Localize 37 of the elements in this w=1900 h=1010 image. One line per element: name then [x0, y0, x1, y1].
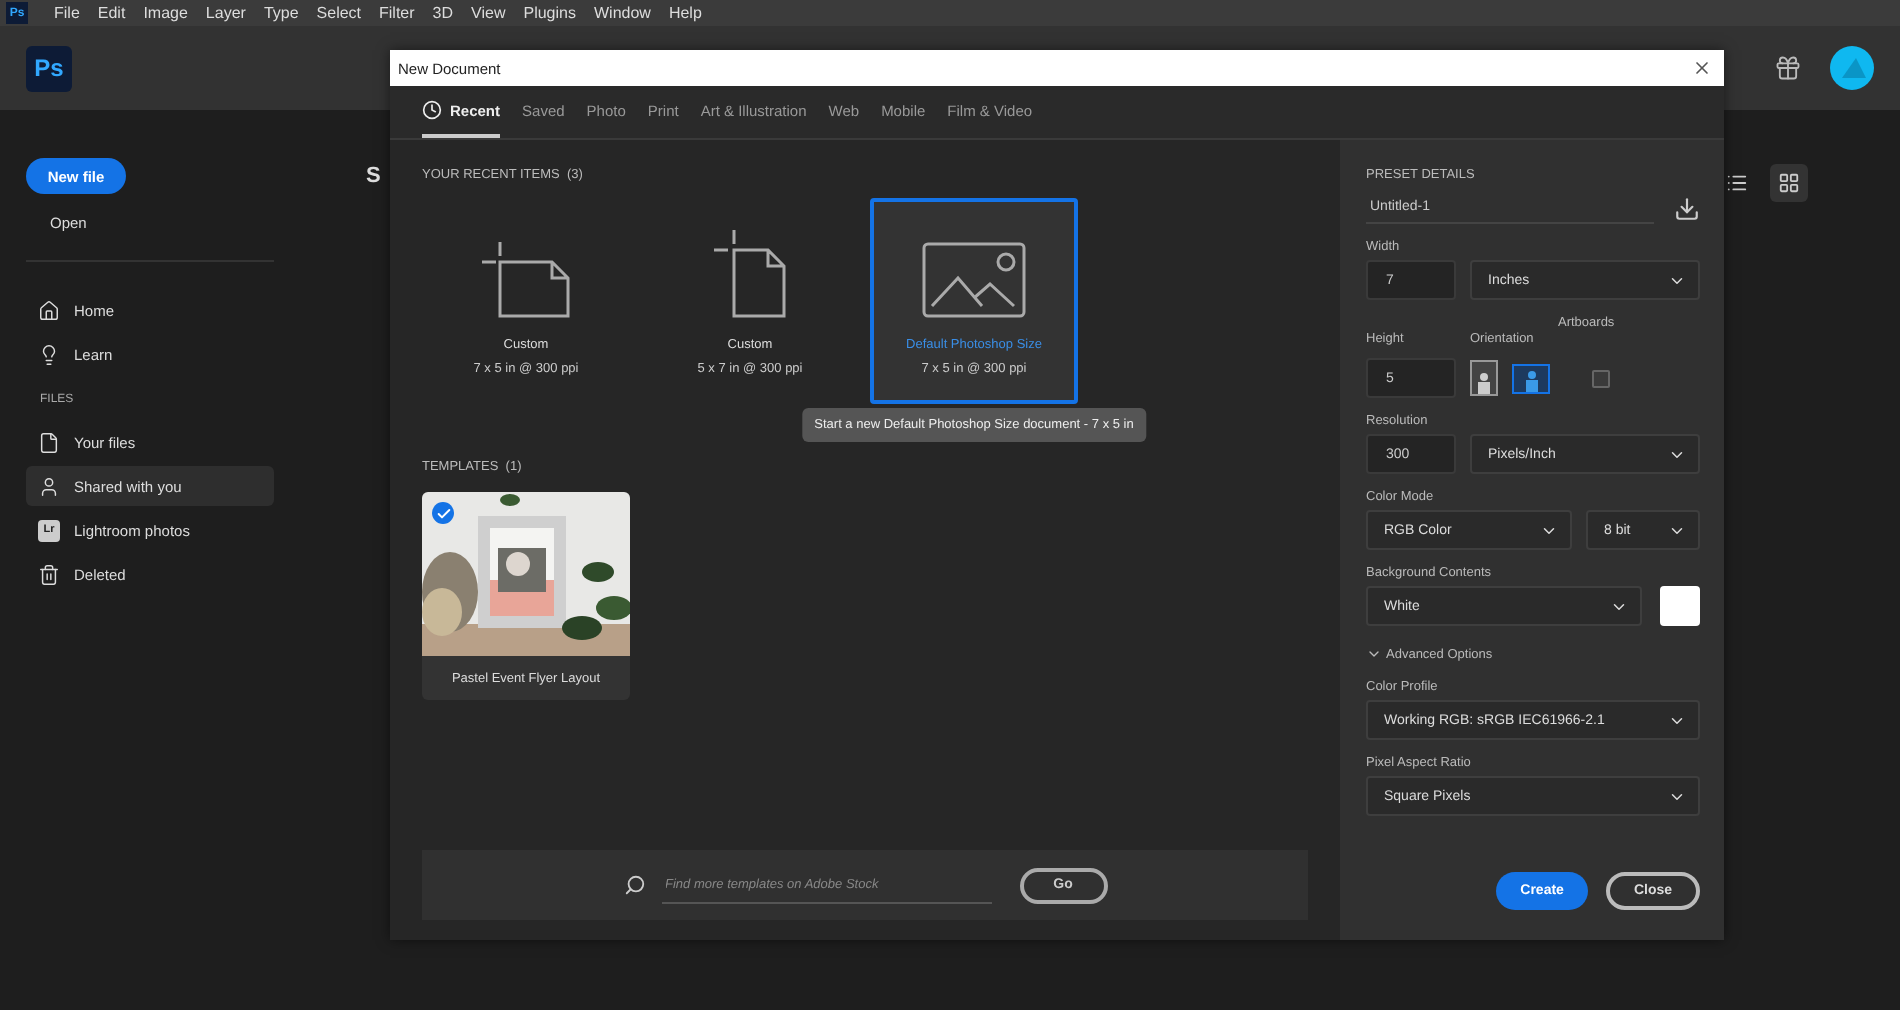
document-icon: [480, 242, 572, 318]
lightbulb-icon: [38, 343, 60, 365]
menu-item[interactable]: Filter: [379, 4, 415, 22]
app-logo[interactable]: Ps: [26, 45, 72, 91]
gift-icon[interactable]: [1774, 54, 1802, 82]
menu-item[interactable]: Layer: [205, 4, 246, 22]
menu-item[interactable]: Image: [143, 4, 188, 22]
portrait-button[interactable]: [1470, 360, 1498, 396]
search-icon: [623, 874, 645, 896]
grid-view-button[interactable]: [1770, 164, 1808, 202]
home-icon: [38, 299, 60, 321]
menu-item[interactable]: Edit: [97, 4, 126, 22]
color-swatch[interactable]: [1660, 586, 1700, 626]
menu-item[interactable]: Plugins: [523, 4, 576, 22]
user-icon: [38, 475, 60, 497]
person-icon: [1523, 369, 1539, 391]
avatar[interactable]: [1830, 46, 1874, 90]
close-button[interactable]: [1692, 58, 1712, 78]
menu-item[interactable]: Select: [316, 4, 362, 22]
save-preset-icon[interactable]: [1674, 196, 1700, 222]
landscape-button[interactable]: [1512, 363, 1550, 393]
artboards-checkbox[interactable]: [1592, 369, 1610, 387]
trash-icon: [38, 563, 60, 585]
menu-item[interactable]: View: [471, 4, 506, 22]
clock-icon: [422, 100, 442, 120]
person-icon: [1476, 372, 1492, 394]
file-icon: [38, 431, 60, 453]
image-icon: [922, 242, 1026, 318]
menu-item[interactable]: Help: [668, 4, 702, 22]
menu-item[interactable]: 3D: [432, 4, 454, 22]
page-heading: S: [366, 164, 381, 188]
grid-icon: [1778, 172, 1800, 194]
menu-item[interactable]: File: [54, 4, 80, 22]
menu-item[interactable]: Window: [593, 4, 651, 22]
document-icon: [712, 230, 788, 318]
menu-item[interactable]: Type: [263, 4, 299, 22]
list-icon: [1726, 172, 1748, 194]
